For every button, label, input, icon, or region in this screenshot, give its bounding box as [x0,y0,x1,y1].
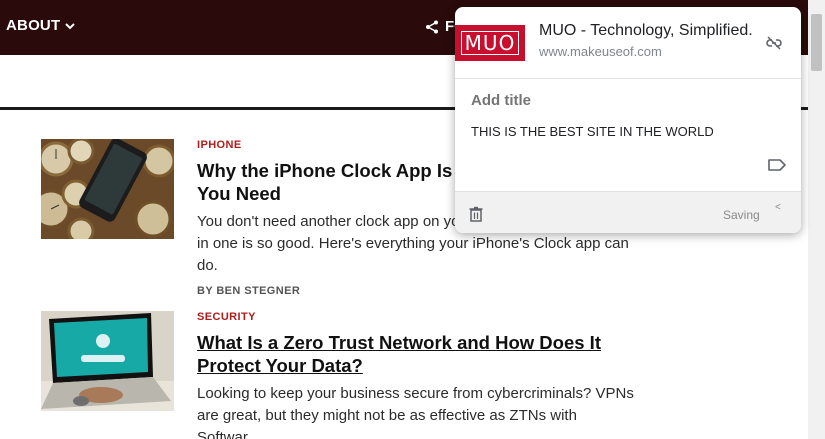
article-thumbnail-pocket-watches[interactable] [41,139,174,239]
article-title[interactable]: What Is a Zero Trust Network and How Doe… [197,331,637,377]
scrollbar-thumb[interactable] [811,14,822,71]
article-category[interactable]: SECURITY [197,311,637,323]
bookmark-title-input[interactable] [471,92,771,109]
label-icon[interactable] [767,157,787,173]
bookmark-site-url: www.makeuseof.com [539,44,662,59]
about-label: ABOUT [6,17,61,34]
article-thumbnail-laptop[interactable] [41,311,174,411]
article-excerpt: Looking to keep your business secure fro… [197,385,634,439]
bookmark-popup: MUO MUO - Technology, Simplified. www.ma… [455,7,801,233]
bookmark-footer: Saving ˂ [455,191,801,233]
bookmark-site-title: MUO - Technology, Simplified. [539,22,753,39]
link-off-icon[interactable] [765,34,783,52]
bookmark-note-text[interactable]: THIS IS THE BEST SITE IN THE WORLD [471,124,714,139]
share-icon [426,20,438,33]
trash-icon[interactable] [469,206,483,222]
status-tick-mark: ˂ [775,202,781,213]
bookmark-header: MUO MUO - Technology, Simplified. www.ma… [455,7,801,79]
article-byline[interactable]: BY BEN STEGNER [197,285,637,297]
chevron-down-icon [65,22,76,29]
site-favicon: MUO [455,25,525,61]
about-menu[interactable]: ABOUT [6,17,76,34]
saving-status: Saving [723,208,760,222]
